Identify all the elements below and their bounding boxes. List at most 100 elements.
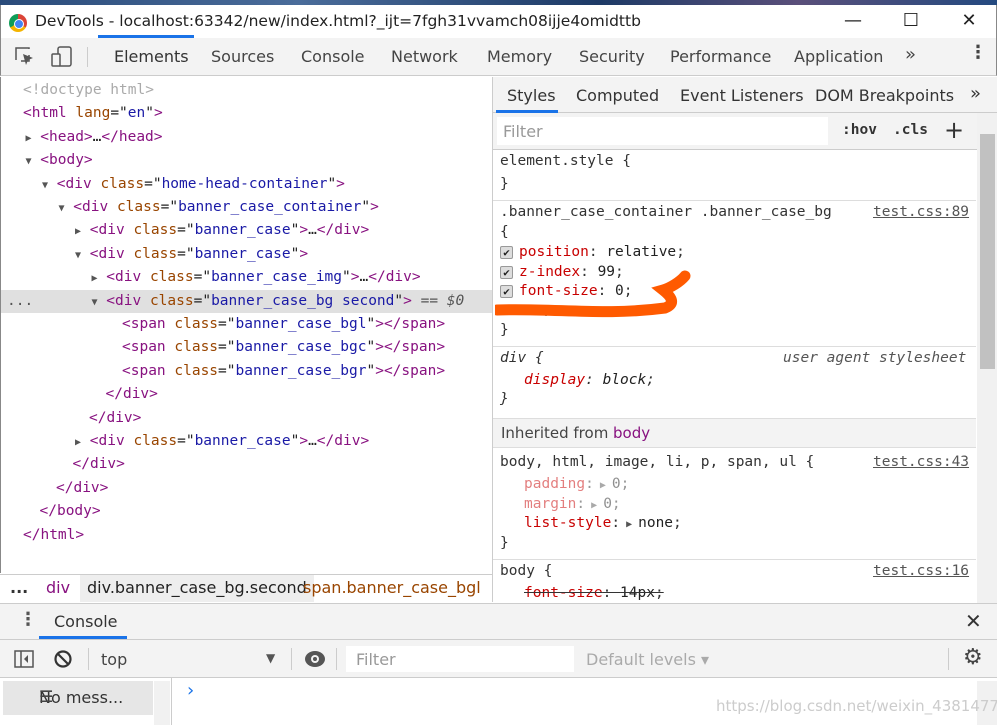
watermark: https://blog.csdn.net/weixin_43814775	[716, 697, 997, 715]
rule-selector[interactable]: body {	[500, 563, 552, 579]
tab-elements[interactable]: Elements	[114, 47, 189, 66]
tag-name: div	[106, 409, 133, 426]
device-toolbar-icon[interactable]	[51, 46, 73, 68]
dom-node-line[interactable]: ▶ <head>…</head>	[1, 126, 493, 149]
breadcrumb-more[interactable]: ...	[10, 578, 28, 597]
attr-value: en	[127, 105, 146, 122]
dom-tree: <!doctype html> <html lang="en"> ▶ <head>……	[0, 77, 493, 573]
dom-node-line[interactable]: </div>	[1, 383, 493, 406]
divider	[493, 559, 976, 560]
collapse-triangle-icon[interactable]: ▼	[75, 250, 81, 261]
tab-memory[interactable]: Memory	[487, 47, 552, 66]
dom-node-line[interactable]: ▼ <div class="banner_case_container">	[1, 196, 493, 219]
drawer-menu-icon[interactable]: ⋮	[19, 609, 37, 630]
rule-selector[interactable]: body, html, image, li, p, span, ul {	[500, 454, 814, 470]
expand-triangle-icon[interactable]: ▶	[26, 133, 32, 144]
source-link[interactable]: test.css:16	[873, 563, 969, 579]
cls-toggle[interactable]: .cls	[893, 122, 928, 138]
expand-triangle-icon[interactable]: ▶	[92, 273, 98, 284]
attr-name: class	[174, 316, 219, 332]
drawer-tab-console[interactable]: Console	[54, 612, 118, 631]
dom-node-line[interactable]: </div>	[1, 477, 493, 500]
dom-node-line[interactable]: ... ▼ <div class="banner_case_bg second">…	[1, 289, 493, 313]
rule-selector[interactable]: .banner_case_container .banner_case_bg	[500, 204, 832, 220]
tab-network[interactable]: Network	[391, 47, 458, 66]
live-expression-eye-icon[interactable]	[304, 650, 326, 668]
collapse-triangle-icon[interactable]: ▼	[26, 156, 32, 167]
breadcrumb-selected[interactable]: div.banner_case_bg.second	[80, 575, 314, 602]
tab-styles[interactable]: Styles	[507, 86, 556, 105]
inherited-node-link[interactable]: body	[613, 424, 650, 442]
log-levels-dropdown[interactable]: Default levels ▾	[586, 650, 709, 669]
dom-node-line[interactable]: <html lang="en">	[1, 102, 493, 125]
collapse-triangle-icon[interactable]: ▼	[59, 203, 65, 214]
tab-sources[interactable]: Sources	[211, 47, 274, 66]
property-checkbox[interactable]: ✔	[500, 246, 513, 259]
collapse-triangle-icon[interactable]: ▼	[92, 297, 98, 308]
close-drawer-button[interactable]: ✕	[965, 609, 982, 633]
tab-security[interactable]: Security	[579, 47, 645, 66]
dom-node-line[interactable]: <span class="banner_case_bgr"></span>	[1, 360, 493, 383]
source-link[interactable]: test.css:89	[873, 204, 969, 220]
source-link[interactable]: test.css:43	[873, 454, 969, 470]
console-settings-gear-icon[interactable]: ⚙	[963, 645, 983, 670]
element-style-selector[interactable]: element.style {	[500, 153, 631, 169]
rule-selector: div {	[500, 350, 544, 366]
dom-node-line[interactable]: ▼ <body>	[1, 149, 493, 172]
dom-node-line[interactable]: </body>	[1, 500, 493, 523]
expand-triangle-icon[interactable]: ▶	[75, 226, 81, 237]
dom-node-line[interactable]: ▼ <div class="banner_case">	[1, 243, 493, 266]
breadcrumb-div[interactable]: div	[46, 578, 70, 597]
more-styles-tabs-button[interactable]: »	[970, 83, 981, 104]
context-dropdown-icon[interactable]: ▼	[266, 651, 275, 665]
context-select[interactable]: top	[101, 650, 127, 669]
collapse-triangle-icon[interactable]: ▼	[42, 180, 48, 191]
dom-node-line[interactable]: </div>	[1, 453, 493, 476]
more-tabs-button[interactable]: »	[905, 44, 916, 65]
sidebar-scrollbar[interactable]	[154, 681, 170, 725]
dom-node-line[interactable]: <!doctype html>	[1, 79, 493, 102]
hand-drawn-annotation	[495, 270, 691, 318]
styles-filter-input[interactable]: Filter	[497, 117, 828, 145]
clear-console-icon[interactable]	[53, 649, 73, 669]
tab-console[interactable]: Console	[301, 47, 365, 66]
expand-triangle-icon[interactable]: ▶	[75, 437, 81, 448]
attr-name: class	[174, 362, 219, 379]
attr-value: home-head-container	[161, 175, 328, 192]
dom-node-line[interactable]: <span class="banner_case_bgl"></span>	[1, 313, 493, 336]
node-actions-ellipsis[interactable]: ...	[7, 290, 33, 313]
tab-application[interactable]: Application	[794, 47, 883, 66]
console-filter-input[interactable]: Filter	[346, 646, 574, 672]
tab-event-listeners[interactable]: Event Listeners	[680, 86, 804, 105]
tab-performance[interactable]: Performance	[670, 47, 771, 66]
property-value: 0	[611, 476, 621, 492]
dom-node-line[interactable]: ▶ <div class="banner_case">…</div>	[1, 219, 493, 242]
dom-node-line[interactable]: </html>	[1, 524, 493, 547]
property-name[interactable]: position	[519, 244, 589, 260]
breadcrumb-span[interactable]: span.banner_case_bgl	[303, 578, 481, 597]
close-window-button[interactable]: ✕	[949, 7, 989, 35]
property-value: 0	[603, 496, 612, 512]
tab-dom-breakpoints[interactable]: DOM Breakpoints	[815, 86, 954, 105]
dom-node-line[interactable]: ▶ <div class="banner_case">…</div>	[1, 430, 493, 453]
tag-name: div	[385, 269, 412, 286]
tab-computed[interactable]: Computed	[576, 86, 659, 105]
dom-node-line[interactable]: </div>	[1, 407, 493, 430]
divider	[493, 346, 976, 347]
panel-splitter[interactable]	[492, 77, 493, 602]
minimize-button[interactable]: —	[833, 7, 873, 35]
show-sidebar-icon[interactable]	[14, 650, 34, 668]
property-value[interactable]: relative	[606, 244, 676, 260]
tag-name: div	[82, 199, 109, 215]
styles-scrollbar-thumb[interactable]	[980, 134, 995, 369]
dom-node-line[interactable]: ▼ <div class="home-head-container">	[1, 173, 493, 196]
maximize-button[interactable]: ☐	[891, 7, 931, 35]
hov-toggle[interactable]: :hov	[842, 122, 877, 138]
kebab-menu-icon[interactable]: ⋮	[969, 42, 987, 63]
sidebar-item-messages[interactable]: No mess...	[3, 681, 153, 715]
new-style-rule-button[interactable]: +	[944, 116, 964, 144]
property-name: list-style	[524, 515, 612, 531]
dom-node-line[interactable]: <span class="banner_case_bgc"></span>	[1, 336, 493, 359]
inspect-element-icon[interactable]	[15, 47, 35, 67]
dom-node-line[interactable]: ▶ <div class="banner_case_img">…</div>	[1, 266, 493, 289]
